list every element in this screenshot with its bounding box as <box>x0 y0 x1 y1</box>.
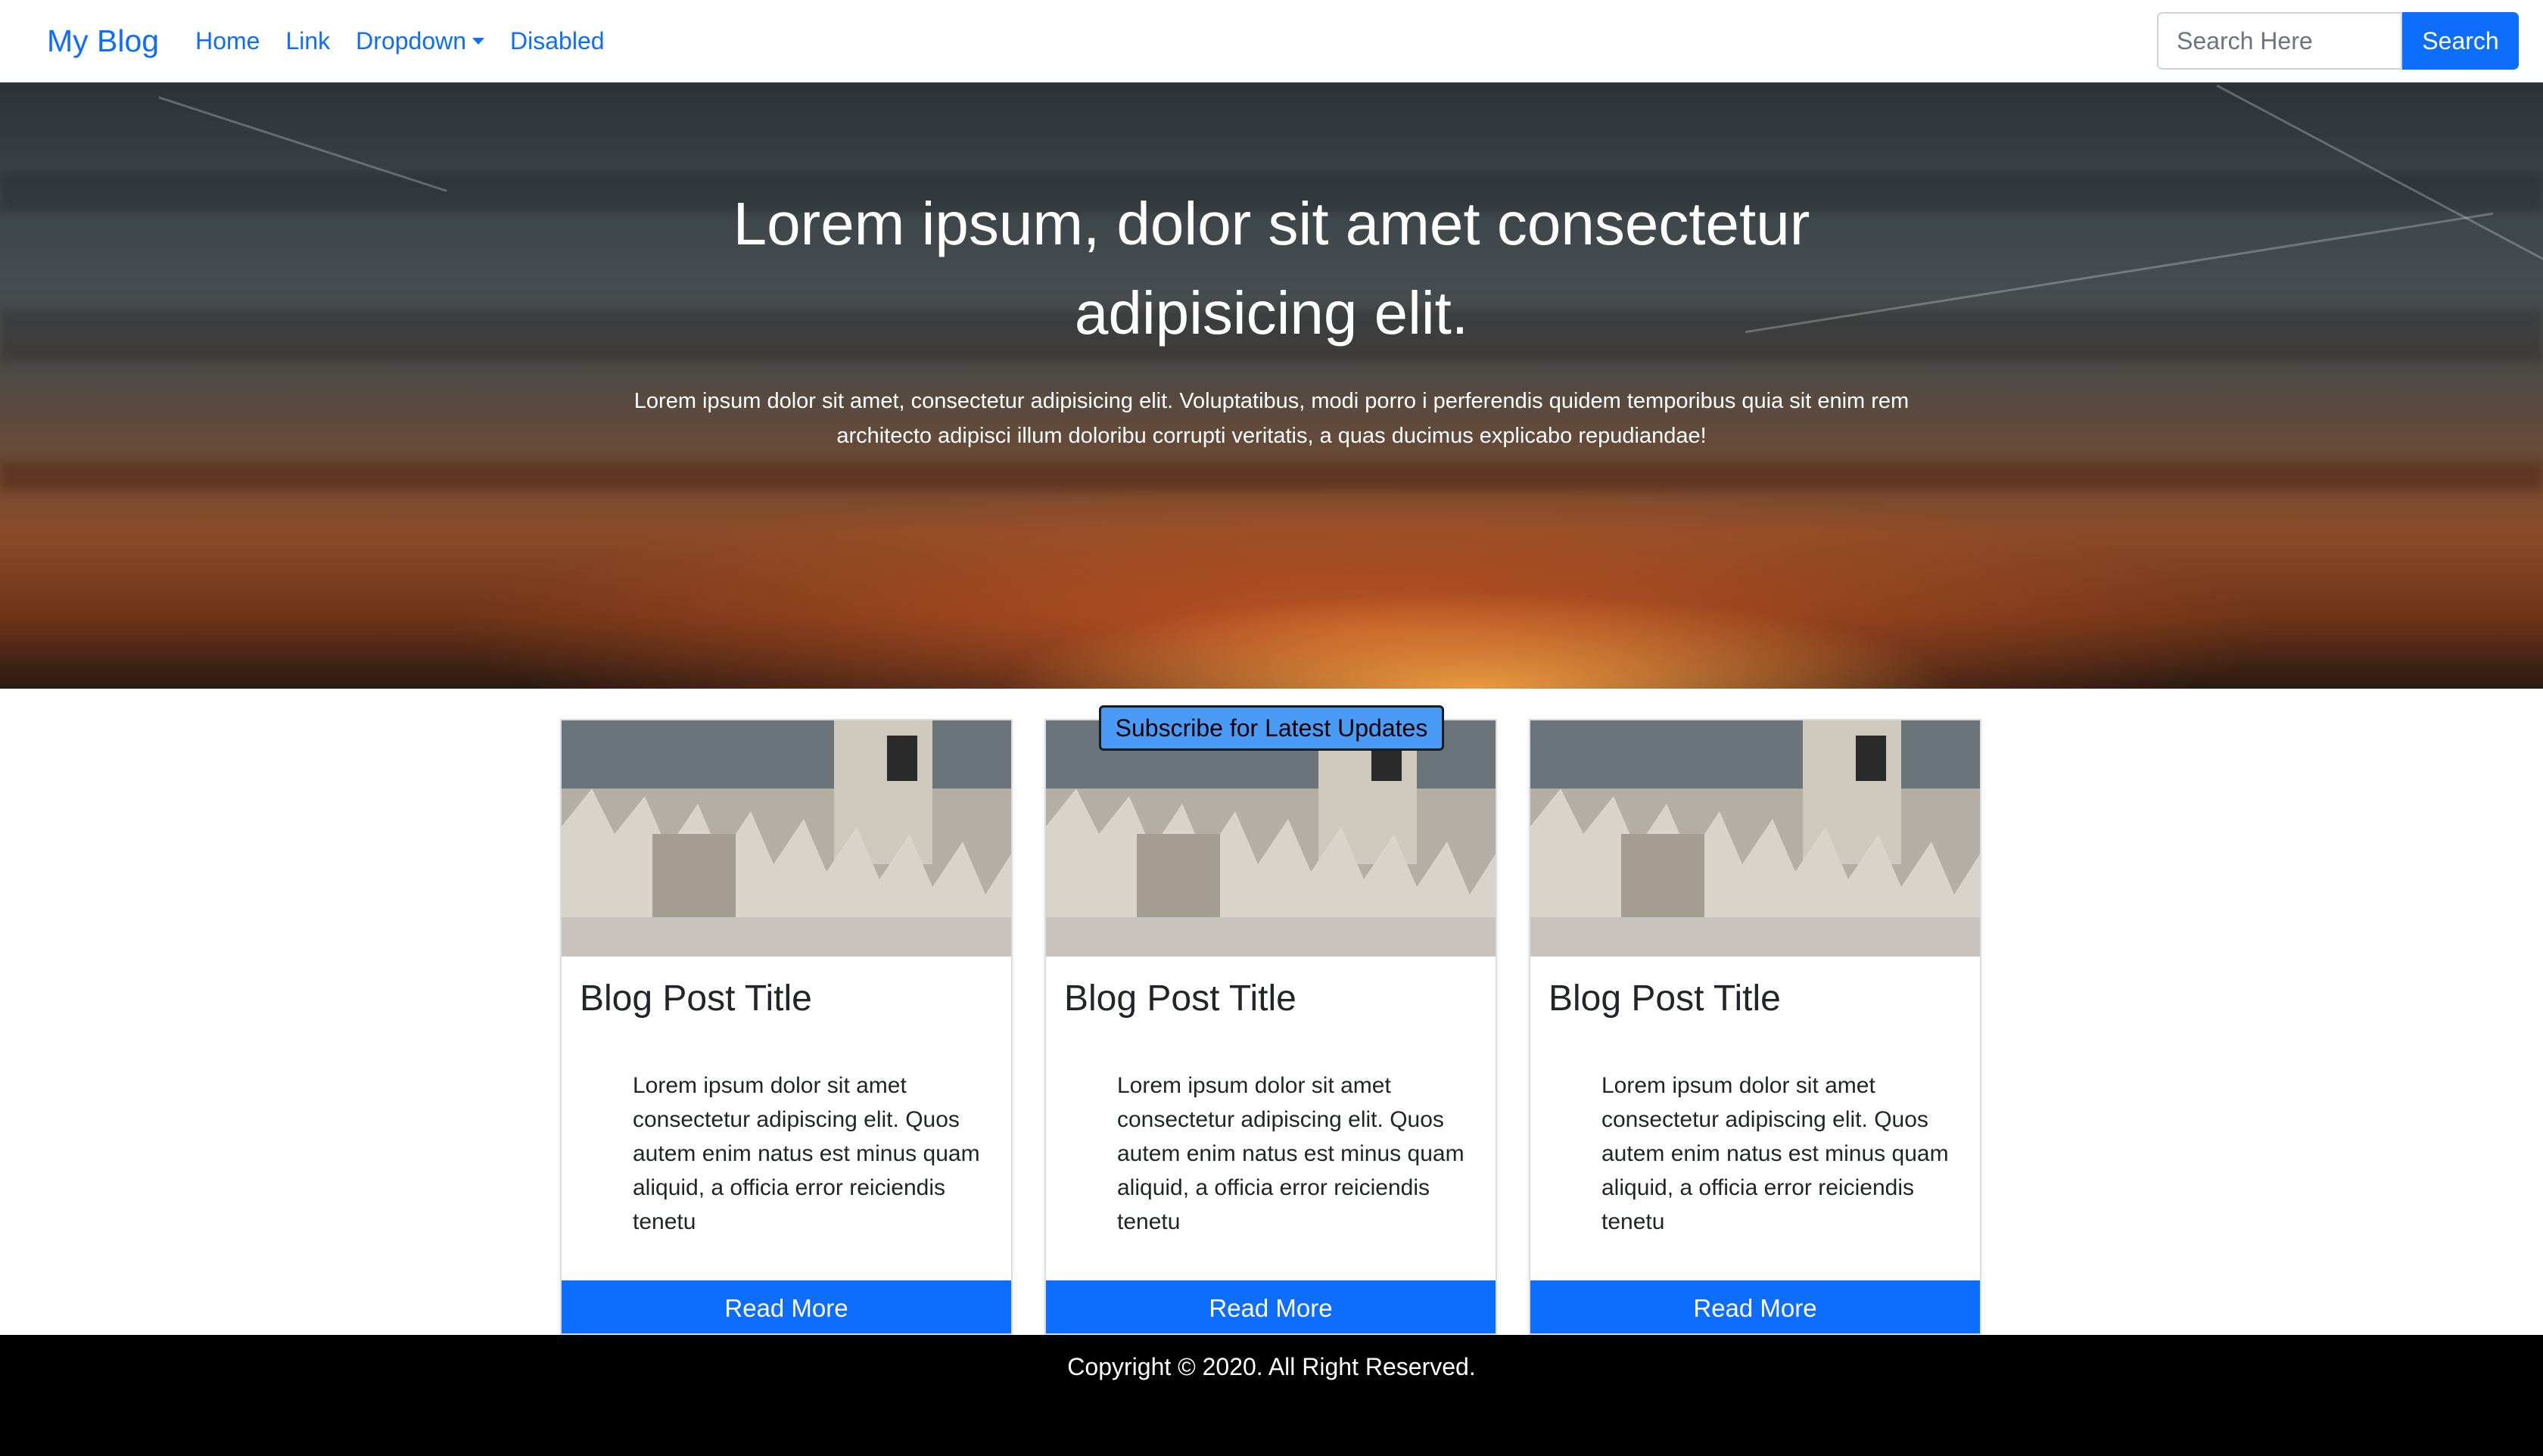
nav-home-link[interactable]: Home <box>195 27 260 55</box>
search-form: Search <box>2157 12 2519 70</box>
nav-link-link[interactable]: Link <box>285 27 330 55</box>
blog-card-text: Lorem ipsum dolor sit amet consectetur a… <box>1117 1073 1464 1234</box>
blog-card: Blog Post Title Lorem ipsum dolor sit am… <box>1044 719 1497 1335</box>
hero-text: Lorem ipsum dolor sit amet, consectetur … <box>633 389 1910 448</box>
nav-disabled-link[interactable]: Disabled <box>510 27 605 55</box>
hero-cloud-band <box>0 461 2543 491</box>
brand-link[interactable]: My Blog <box>47 23 159 59</box>
footer: Copyright © 2020. All Right Reserved. <box>0 1335 2543 1456</box>
subscribe-button[interactable]: Subscribe for Latest Updates <box>1099 705 1444 751</box>
read-more-button[interactable]: Read More <box>1046 1280 1496 1333</box>
nav-dropdown-toggle[interactable]: Dropdown <box>356 26 485 55</box>
blog-card: Blog Post Title Lorem ipsum dolor sit am… <box>1529 719 1981 1335</box>
hero-banner: Lorem ipsum, dolor sit amet consectetur … <box>0 82 2543 689</box>
caret-down-icon <box>472 37 485 45</box>
blog-card-text: Lorem ipsum dolor sit amet consectetur a… <box>633 1073 980 1234</box>
blog-card-image <box>1530 720 1980 957</box>
blog-card: Blog Post Title Lorem ipsum dolor sit am… <box>560 719 1013 1335</box>
footer-copyright: Copyright © 2020. All Right Reserved. <box>1067 1353 1476 1380</box>
blog-card-title: Blog Post Title <box>1549 978 1781 1019</box>
navbar: My Blog Home Link Dropdown Disabled Sear… <box>0 0 2543 82</box>
blog-card-image <box>1046 720 1496 957</box>
search-button[interactable]: Search <box>2402 12 2519 70</box>
search-input[interactable] <box>2157 12 2402 70</box>
blog-card-title: Blog Post Title <box>580 978 812 1019</box>
nav-links: Home Link Dropdown Disabled <box>195 27 604 55</box>
hero-title: Lorem ipsum, dolor sit amet consectetur … <box>733 190 1810 347</box>
read-more-button[interactable]: Read More <box>1530 1280 1980 1333</box>
nav-dropdown-label: Dropdown <box>356 26 467 54</box>
blog-card-text: Lorem ipsum dolor sit amet consectetur a… <box>1601 1073 1949 1234</box>
blog-card-title: Blog Post Title <box>1064 978 1296 1019</box>
blog-card-image <box>562 720 1011 957</box>
read-more-button[interactable]: Read More <box>562 1280 1011 1333</box>
